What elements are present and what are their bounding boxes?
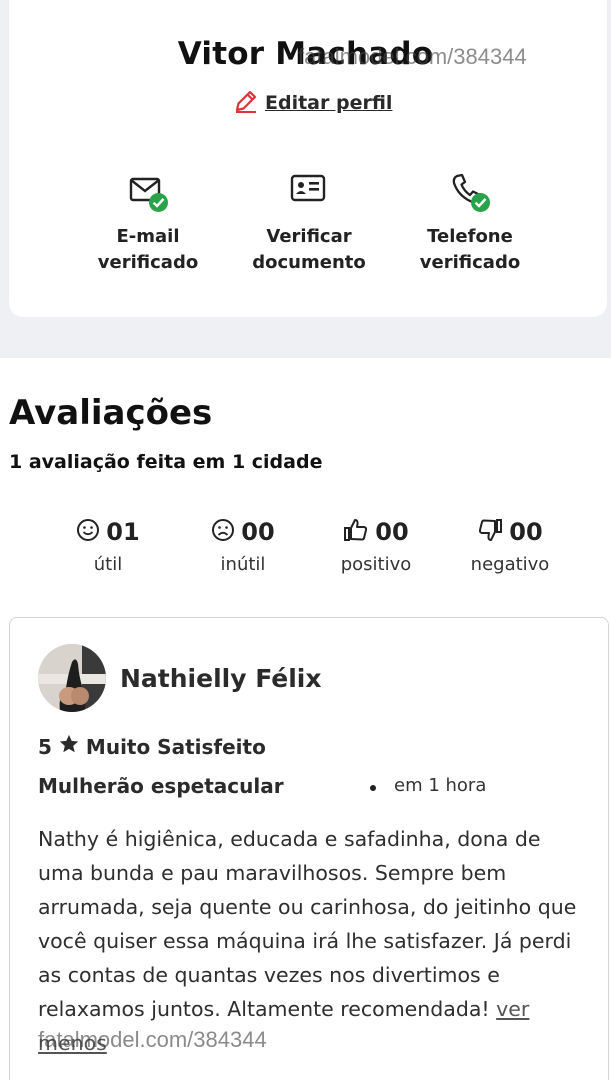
stat-useless[interactable]: 00 inútil: [178, 516, 308, 575]
review-card: Nathielly Félix 5 Muito Satisfeito Mulhe…: [9, 617, 609, 1080]
smile-icon: [76, 518, 100, 546]
verify-document-line2: documento: [252, 252, 366, 273]
phone-icon: [448, 170, 492, 214]
email-verified-line2: verificado: [97, 252, 199, 273]
verify-document-line1: Verificar: [266, 226, 352, 247]
check-badge-icon: [471, 193, 490, 212]
review-body: Nathy é higiênica, educada e safadinha, …: [38, 822, 590, 1060]
reviewer-avatar[interactable]: [38, 644, 106, 712]
profile-section: Vitor Machado fatalmodel.com/384344 Edit…: [0, 0, 611, 358]
stat-useless-value: 00: [241, 518, 275, 546]
phone-verified-line1: Telefone: [427, 226, 513, 247]
rating-value: 5: [38, 734, 52, 759]
pencil-icon: [233, 88, 259, 118]
stat-positive[interactable]: 00 positivo: [311, 516, 441, 575]
verify-document-item[interactable]: Verificar documento: [234, 170, 384, 276]
email-verified-line1: E-mail: [116, 226, 180, 247]
reviews-title: Avaliações: [9, 393, 213, 433]
phone-verified-line2: verificado: [419, 252, 521, 273]
frown-icon: [211, 518, 235, 546]
separator-dot: [370, 785, 376, 791]
watermark-bottom: fatalmodel.com/384344: [38, 1027, 267, 1052]
mail-icon: [126, 170, 170, 214]
star-icon: [58, 733, 80, 760]
reviewer-name[interactable]: Nathielly Félix: [120, 664, 322, 693]
reviews-subtitle: 1 avaliação feita em 1 cidade: [9, 451, 323, 473]
email-verified-item[interactable]: E-mail verificado: [73, 170, 223, 276]
stat-useful-label: útil: [93, 554, 123, 575]
review-time: em 1 hora: [394, 775, 487, 796]
stat-useful[interactable]: 01 útil: [43, 516, 173, 575]
stat-useless-label: inútil: [220, 554, 266, 575]
review-title: Mulherão espetacular: [38, 774, 284, 798]
edit-profile-label: Editar perfil: [265, 92, 393, 114]
review-rating: 5 Muito Satisfeito: [38, 733, 266, 760]
check-badge-icon: [149, 193, 168, 212]
watermark: fatalmodel.com/384344: [298, 44, 527, 69]
stat-negative-value: 00: [509, 518, 543, 546]
rating-text: Muito Satisfeito: [85, 734, 266, 759]
review-text: Nathy é higiênica, educada e safadinha, …: [38, 827, 577, 1021]
phone-verified-item[interactable]: Telefone verificado: [395, 170, 545, 276]
id-card-icon: [287, 170, 331, 214]
stat-positive-label: positivo: [340, 554, 412, 575]
stat-negative[interactable]: 00 negativo: [445, 516, 575, 575]
thumbs-up-icon: [343, 517, 369, 547]
stat-negative-label: negativo: [470, 554, 550, 575]
thumbs-down-icon: [477, 517, 503, 547]
stat-positive-value: 00: [375, 518, 409, 546]
edit-profile-link[interactable]: Editar perfil: [233, 88, 392, 118]
stat-useful-value: 01: [106, 518, 140, 546]
